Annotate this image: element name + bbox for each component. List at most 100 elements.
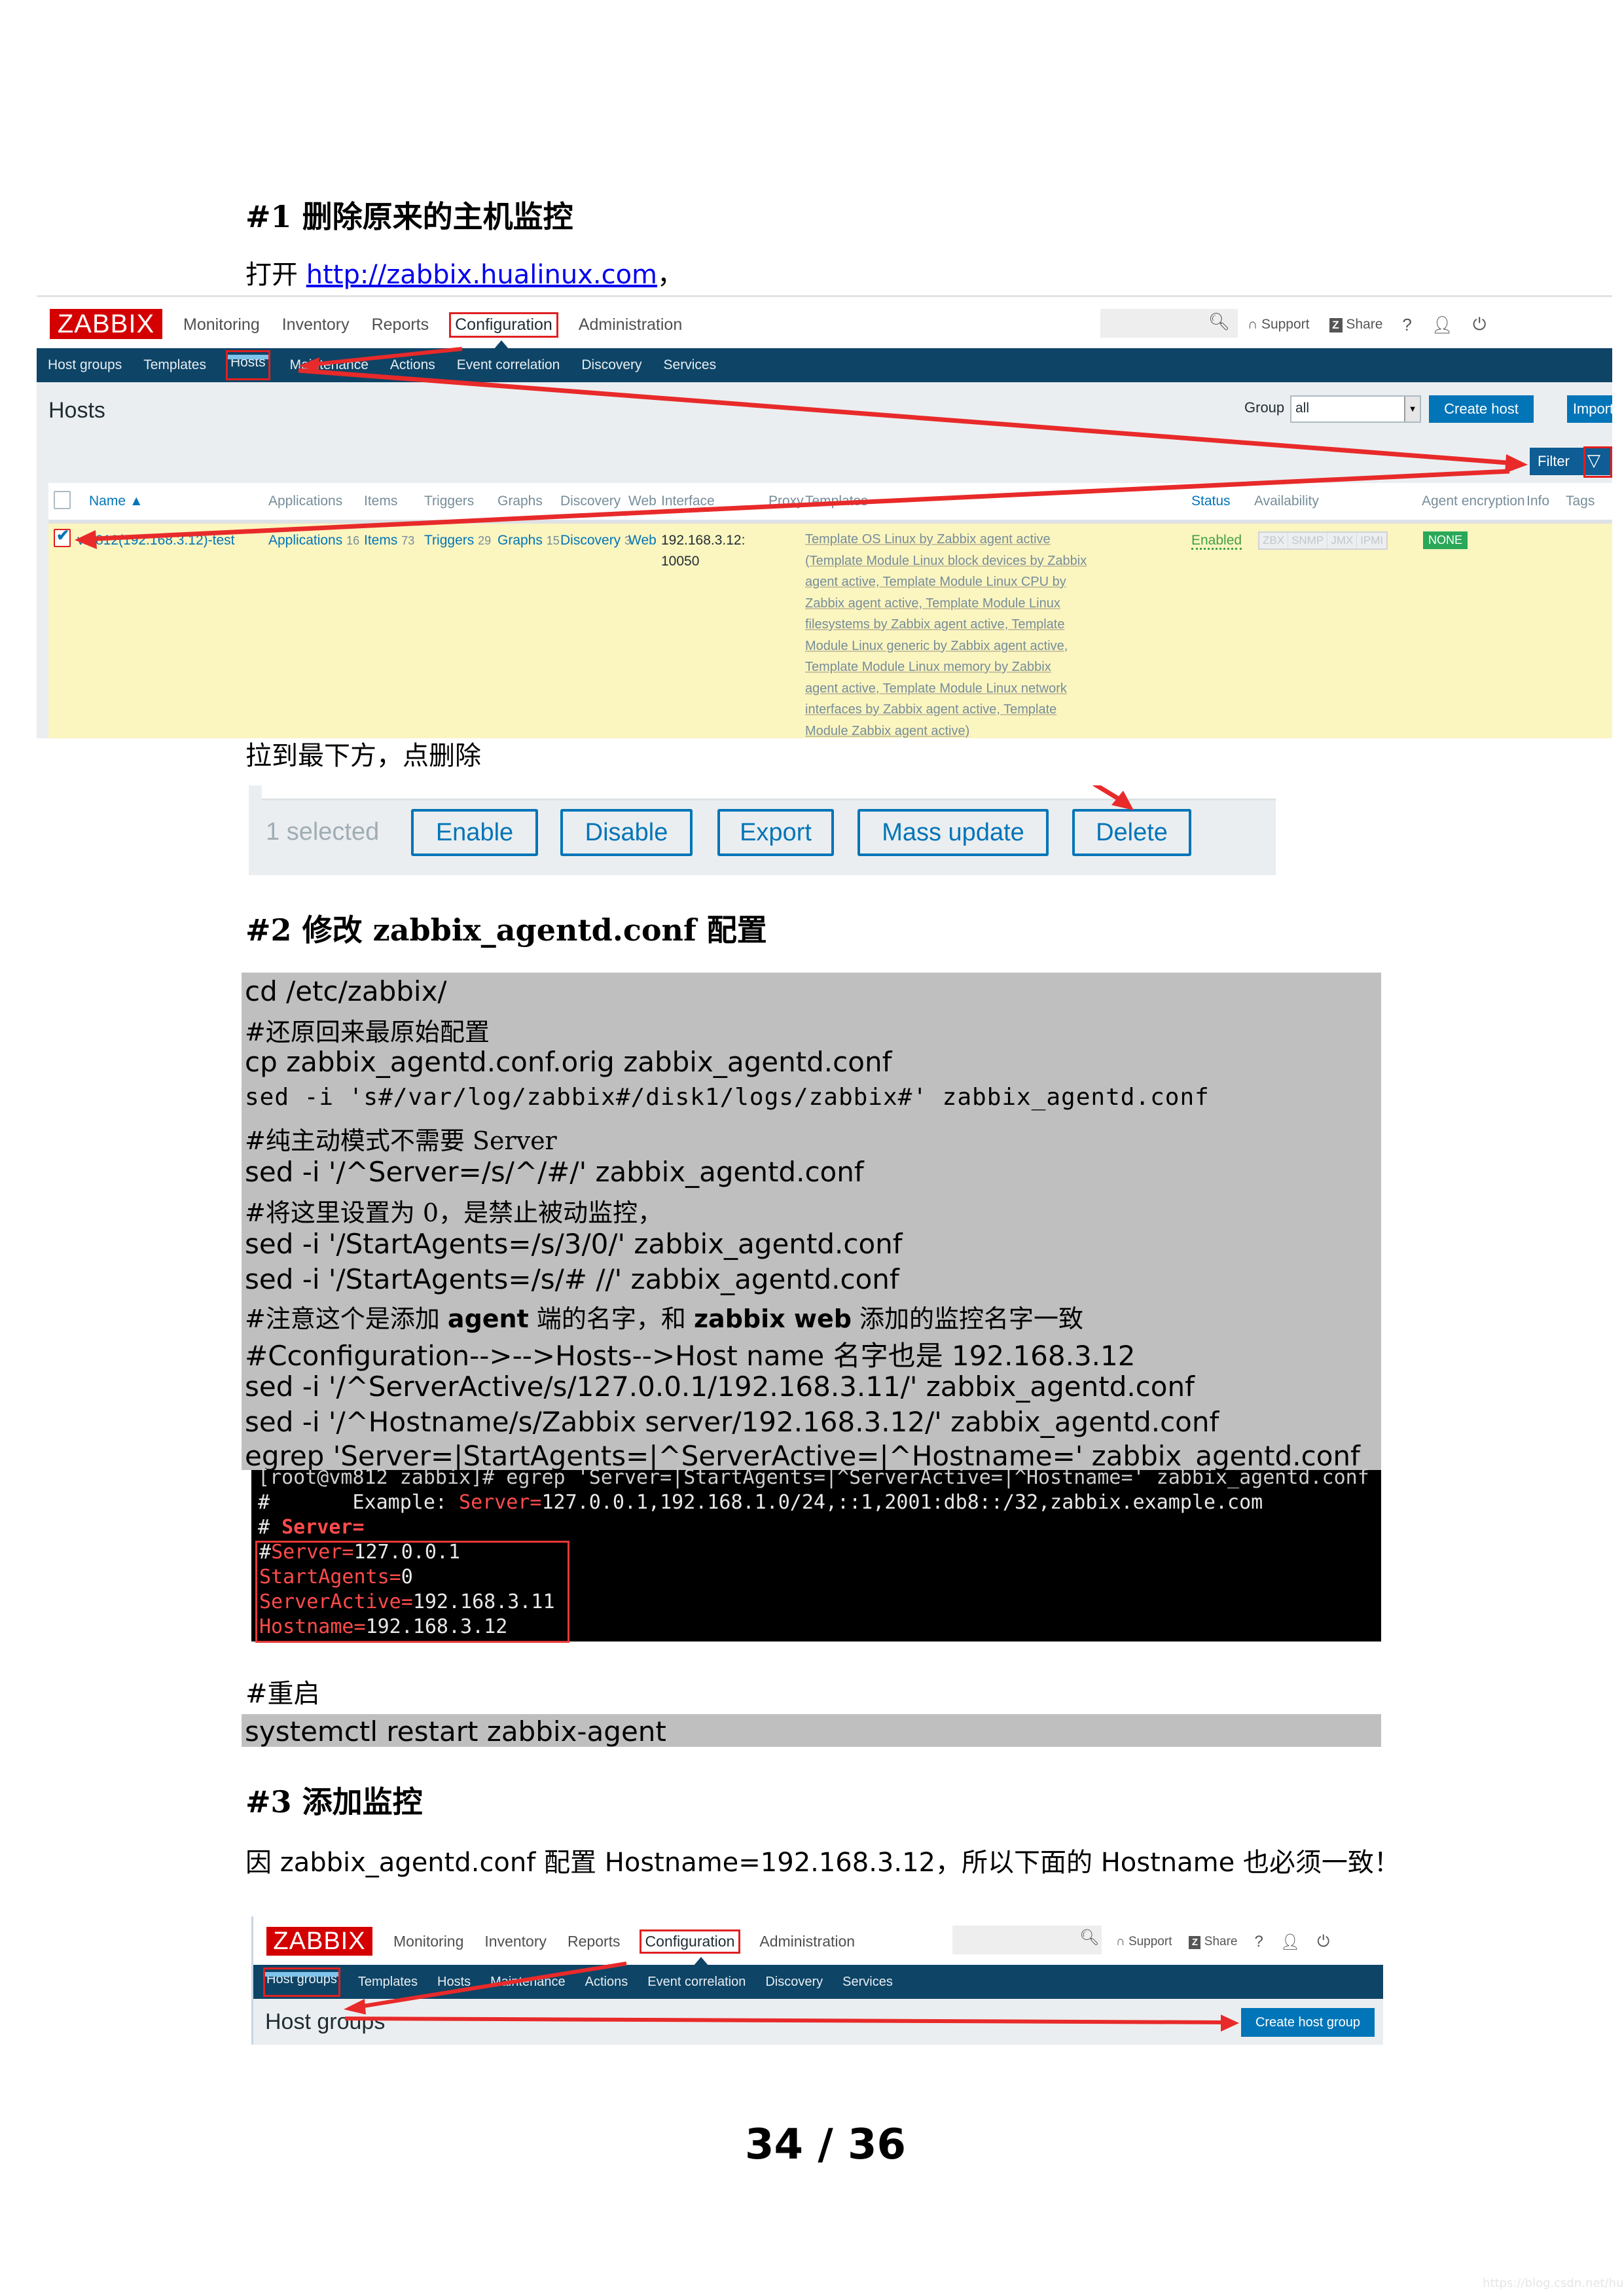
- terminal-text: # Example:: [258, 1491, 460, 1514]
- search-icon[interactable]: 🔍︎: [1208, 312, 1230, 332]
- delete-button[interactable]: Delete: [1072, 809, 1191, 856]
- col-status[interactable]: Status: [1191, 493, 1231, 509]
- template-link[interactable]: interfaces by Zabbix agent active, Templ…: [805, 702, 1056, 717]
- mass-update-button[interactable]: Mass update: [857, 809, 1049, 856]
- logout-power-icon[interactable]: ⏻: [1317, 1933, 1329, 1951]
- submenu-event-correlation[interactable]: Event correlation: [647, 1975, 746, 1990]
- help-icon[interactable]: ?: [1254, 1933, 1263, 1951]
- submenu-hosts[interactable]: Hosts: [437, 1975, 471, 1990]
- chevron-down-icon[interactable]: ▼: [1404, 397, 1420, 422]
- terminal-value: 127.0.0.1: [353, 1541, 461, 1564]
- share-label: Share: [1346, 317, 1383, 332]
- filter-highlight-box: [1583, 446, 1612, 478]
- terminal-key: StartAgents=: [259, 1566, 401, 1588]
- template-link[interactable]: Template Module Linux memory by Zabbix: [805, 660, 1051, 674]
- menu-configuration[interactable]: Configuration: [639, 1929, 741, 1954]
- group-select[interactable]: all ▼: [1290, 395, 1421, 423]
- zabbix-logo: ZABBIX: [266, 1927, 372, 1956]
- user-profile-icon[interactable]: 👤︎: [1432, 315, 1453, 335]
- table-bottom-edge: [262, 785, 1276, 800]
- logout-power-icon[interactable]: ⏻: [1473, 314, 1487, 335]
- menu-inventory[interactable]: Inventory: [282, 315, 350, 334]
- menu-administration[interactable]: Administration: [579, 315, 682, 334]
- terminal-value: 192.168.3.12: [365, 1615, 508, 1638]
- filter-label: Filter: [1538, 453, 1570, 469]
- submenu-maintenance[interactable]: Maintenance: [490, 1975, 566, 1990]
- select-all-checkbox[interactable]: [54, 491, 71, 509]
- terminal-key: Server=: [459, 1491, 542, 1514]
- discovery-link[interactable]: Discovery 3: [560, 533, 631, 548]
- graphs-link[interactable]: Graphs 15: [497, 533, 560, 548]
- support-link[interactable]: ∩ Support: [1116, 1935, 1172, 1949]
- section3-heading: #3 添加监控: [245, 1784, 423, 1820]
- template-link[interactable]: Template OS Linux by Zabbix agent active: [805, 532, 1051, 547]
- template-link[interactable]: Module Linux generic by Zabbix agent act…: [805, 639, 1068, 653]
- menu-administration[interactable]: Administration: [759, 1933, 855, 1950]
- submenu-hosts[interactable]: Hosts: [225, 350, 270, 380]
- open-url-line: 打开 http://zabbix.hualinux.com，: [245, 262, 683, 288]
- zabbix-hostgroups-screenshot: ZABBIX Monitoring Inventory Reports Conf…: [251, 1916, 1383, 2045]
- open-prefix: 打开: [245, 260, 306, 290]
- open-suffix: ，: [657, 260, 684, 290]
- triggers-link[interactable]: Triggers 29: [424, 533, 491, 548]
- menu-monitoring[interactable]: Monitoring: [183, 315, 260, 334]
- menu-configuration[interactable]: Configuration: [449, 312, 558, 338]
- terminal-boxed-line: #Server=127.0.0.1: [259, 1541, 460, 1564]
- menu-reports[interactable]: Reports: [372, 315, 429, 334]
- enable-button[interactable]: Enable: [411, 809, 538, 856]
- template-link[interactable]: Zabbix agent active, Template Module Lin…: [805, 596, 1060, 611]
- create-host-button[interactable]: Create host: [1429, 395, 1534, 423]
- submenu-actions[interactable]: Actions: [585, 1975, 628, 1990]
- col-interface: Interface: [661, 493, 715, 509]
- menu-monitoring[interactable]: Monitoring: [393, 1933, 463, 1950]
- template-link[interactable]: filesystems by Zabbix agent active, Temp…: [805, 617, 1064, 632]
- create-host-group-button[interactable]: Create host group: [1241, 2008, 1375, 2037]
- submenu-discovery[interactable]: Discovery: [765, 1975, 823, 1990]
- zabbix-url-link[interactable]: http://zabbix.hualinux.com: [306, 260, 657, 290]
- sub-menu: Host groups Templates Hosts Maintenance …: [253, 1965, 1383, 1999]
- submenu-templates[interactable]: Templates: [358, 1975, 418, 1990]
- menu-reports[interactable]: Reports: [568, 1933, 621, 1950]
- submenu-host-groups[interactable]: Host groups: [48, 357, 122, 373]
- submenu-host-groups[interactable]: Host groups: [263, 1967, 340, 1997]
- submenu-services[interactable]: Services: [664, 357, 717, 373]
- template-link[interactable]: agent active, Template Module Linux CPU …: [805, 575, 1066, 589]
- help-icon[interactable]: ?: [1402, 315, 1411, 335]
- code-comment-line: #还原回来最原始配置: [245, 1018, 490, 1047]
- code-line: sed -i 's#/var/log/zabbix#/disk1/logs/za…: [245, 1084, 1210, 1111]
- support-label: Support: [1128, 1935, 1172, 1948]
- submenu-discovery[interactable]: Discovery: [581, 357, 641, 373]
- config-code-block: cd /etc/zabbix/ #还原回来最原始配置 cp zabbix_age…: [242, 973, 1381, 1472]
- submenu-event-correlation[interactable]: Event correlation: [457, 357, 560, 373]
- items-link[interactable]: Items 73: [364, 533, 414, 548]
- user-profile-icon[interactable]: 👤︎: [1280, 1933, 1300, 1952]
- web-link[interactable]: Web: [628, 533, 657, 548]
- template-link[interactable]: agent active, Template Module Linux netw…: [805, 681, 1067, 696]
- applications-label: Applications: [268, 533, 343, 548]
- disable-button[interactable]: Disable: [560, 809, 693, 856]
- avail-jmx: JMX: [1327, 533, 1358, 548]
- support-link[interactable]: ∩ Support: [1248, 317, 1310, 332]
- menu-inventory[interactable]: Inventory: [484, 1933, 547, 1950]
- applications-link[interactable]: Applications 16: [268, 533, 359, 548]
- section2-heading: #2 修改 zabbix_agentd.conf 配置: [245, 912, 767, 948]
- page-number: 34 / 36: [745, 2121, 907, 2169]
- import-button[interactable]: Import: [1567, 395, 1612, 423]
- note-text: #注意这个是添加: [245, 1304, 448, 1333]
- export-button[interactable]: Export: [717, 809, 834, 856]
- col-name[interactable]: Name ▲: [89, 493, 143, 509]
- template-link[interactable]: (Template Module Linux block devices by …: [805, 554, 1087, 568]
- graphs-label: Graphs: [497, 533, 543, 548]
- share-link[interactable]: Z Share: [1329, 317, 1383, 332]
- submenu-maintenance[interactable]: Maintenance: [290, 357, 369, 373]
- submenu-actions[interactable]: Actions: [390, 357, 435, 373]
- submenu-services[interactable]: Services: [842, 1975, 893, 1990]
- share-link[interactable]: Z Share: [1189, 1935, 1237, 1949]
- terminal-key: Server=: [271, 1541, 354, 1564]
- host-name-link[interactable]: vm812(192.168.3.12)-test: [77, 533, 234, 548]
- search-icon[interactable]: 🔍︎: [1079, 1928, 1099, 1947]
- status-enabled-link[interactable]: Enabled: [1191, 533, 1242, 550]
- avail-zbx: ZBX: [1259, 533, 1289, 548]
- submenu-templates[interactable]: Templates: [143, 357, 206, 373]
- template-link[interactable]: Module Zabbix agent active): [805, 724, 969, 738]
